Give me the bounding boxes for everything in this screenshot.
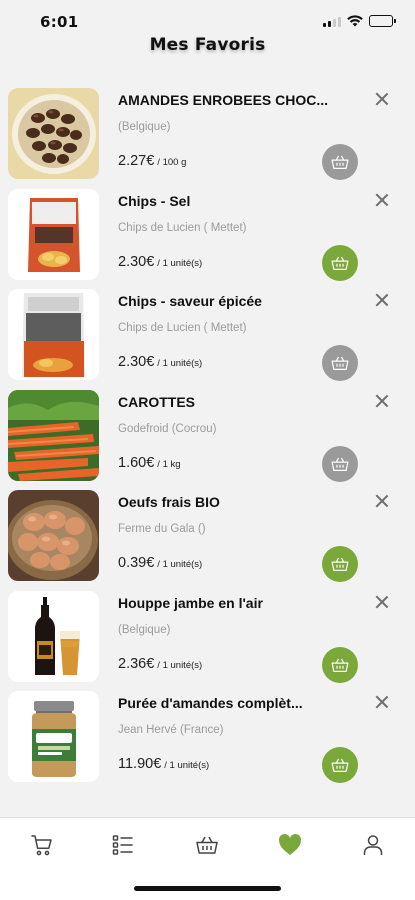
product-name[interactable]: Chips - Sel: [118, 193, 358, 209]
product-unit: / 1 unité(s): [157, 257, 203, 269]
product-name[interactable]: CAROTTES: [118, 394, 358, 410]
product-price: 1.60€: [118, 454, 155, 471]
add-to-basket-button[interactable]: [322, 144, 358, 180]
basket-icon: [196, 836, 218, 854]
basket-icon: [331, 658, 349, 672]
product-price-row: 1.60€/ 1 kg: [118, 455, 181, 471]
product-unit: / 1 kg: [157, 458, 181, 470]
product-price-row: 2.27€/ 100 g: [118, 153, 186, 169]
product-unit: / 100 g: [157, 157, 187, 168]
product-image[interactable]: [8, 88, 99, 179]
product-image[interactable]: [8, 389, 99, 481]
product-name[interactable]: AMANDES ENROBEES CHOC...: [118, 92, 358, 108]
product-image[interactable]: [8, 490, 99, 581]
status-icons: [323, 15, 396, 27]
favorite-item[interactable]: CAROTTES Godefroid (Cocrou) 1.60€/ 1 kg: [0, 382, 415, 483]
add-to-basket-button[interactable]: [322, 747, 358, 783]
product-origin: Chips de Lucien ( Mettet): [118, 221, 247, 234]
tab-basket[interactable]: [187, 830, 227, 860]
add-to-basket-button[interactable]: [322, 345, 358, 381]
product-name[interactable]: Oeufs frais BIO: [118, 494, 358, 510]
product-origin: Godefroid (Cocrou): [118, 422, 217, 435]
remove-favorite-button[interactable]: [373, 693, 391, 711]
signal-icon: [323, 16, 341, 27]
product-price: 2.36€: [118, 655, 155, 672]
remove-favorite-button[interactable]: [373, 90, 391, 108]
status-time: 6:01: [40, 13, 79, 31]
favorite-item[interactable]: Oeufs frais BIO Ferme du Gala () 0.39€/ 1 …: [0, 482, 415, 583]
product-price-row: 2.30€/ 1 unité(s): [118, 254, 202, 270]
product-price-row: 2.30€/ 1 unité(s): [118, 354, 202, 370]
battery-icon: [369, 15, 396, 27]
product-image[interactable]: [8, 289, 99, 380]
product-unit: / 1 unité(s): [157, 659, 203, 671]
product-unit: / 1 unité(s): [164, 760, 210, 771]
basket-icon: [331, 557, 349, 571]
product-price: 0.39€: [118, 555, 155, 571]
tab-cart[interactable]: [22, 830, 62, 860]
heart-icon: [279, 834, 301, 855]
favorite-item[interactable]: Purée d'amandes complèt... Jean Hervé (Fr…: [0, 683, 415, 784]
wifi-icon: [347, 15, 363, 27]
product-name[interactable]: Chips - saveur épicée: [118, 293, 358, 309]
favorite-item[interactable]: Chips - saveur épicée Chips de Lucien ( M…: [0, 281, 415, 382]
add-to-basket-button[interactable]: [322, 546, 358, 582]
tab-profile[interactable]: [353, 830, 393, 860]
remove-favorite-button[interactable]: [373, 392, 391, 410]
product-origin: Ferme du Gala (): [118, 523, 206, 535]
product-image[interactable]: [8, 691, 99, 782]
product-price: 2.30€: [118, 253, 155, 270]
add-to-basket-button[interactable]: [322, 445, 358, 482]
add-to-basket-button[interactable]: [322, 244, 358, 281]
favorite-item[interactable]: Houppe jambe en l'air (Belgique) 2.36€/ 1 …: [0, 583, 415, 684]
favorite-item[interactable]: Chips - Sel Chips de Lucien ( Mettet) 2.30…: [0, 181, 415, 282]
product-name[interactable]: Purée d'amandes complèt...: [118, 695, 358, 711]
basket-icon: [331, 256, 349, 270]
tab-list[interactable]: [103, 830, 143, 860]
home-indicator: [134, 886, 281, 891]
list-icon: [112, 835, 133, 855]
page-title: Mes Favoris: [149, 35, 266, 55]
product-origin: (Belgique): [118, 623, 171, 636]
profile-icon: [363, 835, 383, 855]
basket-icon: [331, 457, 349, 471]
product-price-row: 11.90€/ 1 unité(s): [118, 756, 209, 772]
add-to-basket-button[interactable]: [322, 646, 358, 683]
product-image[interactable]: [8, 590, 99, 682]
product-price-row: 0.39€/ 1 unité(s): [118, 555, 202, 571]
product-origin: Chips de Lucien ( Mettet): [118, 322, 247, 334]
basket-icon: [331, 356, 349, 370]
product-price: 11.90€: [118, 756, 162, 772]
product-name[interactable]: Houppe jambe en l'air: [118, 595, 358, 611]
product-origin: (Belgique): [118, 121, 171, 133]
remove-favorite-button[interactable]: [373, 191, 391, 209]
remove-favorite-button[interactable]: [373, 593, 391, 611]
product-unit: / 1 unité(s): [157, 358, 203, 369]
basket-icon: [331, 758, 349, 772]
product-image[interactable]: [8, 188, 99, 280]
cart-icon: [31, 835, 52, 856]
basket-icon: [331, 155, 349, 169]
remove-favorite-button[interactable]: [373, 492, 391, 510]
remove-favorite-button[interactable]: [373, 291, 391, 309]
favorites-list: AMANDES ENROBEES CHOC... (Belgique) 2.27€ /…: [0, 80, 415, 784]
product-price: 2.30€: [118, 354, 155, 370]
product-price-row: 2.36€/ 1 unité(s): [118, 656, 202, 672]
product-origin: Jean Hervé (France): [118, 724, 224, 736]
favorite-item[interactable]: AMANDES ENROBEES CHOC... (Belgique) 2.27€ /…: [0, 80, 415, 181]
tab-favorites[interactable]: [270, 830, 310, 860]
product-unit: / 1 unité(s): [157, 559, 203, 570]
product-price: 2.27€: [118, 153, 155, 169]
